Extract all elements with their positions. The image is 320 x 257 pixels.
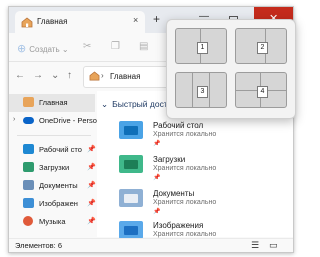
pictures-folder-icon: [23, 198, 34, 208]
sidebar-item-home[interactable]: Главная: [9, 94, 95, 112]
item-name: Документы: [153, 189, 195, 198]
sidebar-item-onedrive[interactable]: › OneDrive - Perso: [9, 112, 97, 130]
paste-icon[interactable]: ▤: [139, 41, 148, 52]
new-tab-button[interactable]: +: [153, 13, 160, 25]
tab-home[interactable]: Главная ×: [15, 11, 145, 33]
sidebar-item-documents[interactable]: Документы 📌: [9, 177, 96, 195]
home-icon: [21, 17, 33, 30]
sidebar-item-pictures[interactable]: Изображен 📌: [9, 195, 96, 213]
status-bar: Элементов: 6 ☰ ▭: [9, 238, 293, 252]
sidebar-item-desktop[interactable]: Рабочий сто 📌: [9, 141, 96, 159]
snap-zone-number: 3: [197, 86, 208, 98]
onedrive-icon: [23, 117, 34, 124]
item-name: Рабочий стол: [153, 121, 204, 130]
documents-folder-icon: [23, 180, 34, 190]
snap-layout-1[interactable]: 1: [175, 28, 227, 64]
up-button[interactable]: ↑: [67, 70, 72, 81]
sidebar-item-downloads[interactable]: Загрузки 📌: [9, 159, 96, 177]
documents-folder-icon: [119, 189, 143, 207]
pin-icon: 📌: [87, 182, 96, 189]
snap-layouts-flyout: 1 2 3 4: [166, 19, 296, 119]
recent-locations-button[interactable]: ⌄: [51, 70, 59, 81]
home-icon: [23, 97, 34, 107]
tiles-view-icon[interactable]: ▭: [269, 240, 278, 251]
list-item[interactable]: Рабочий стол Хранится локально 📌: [97, 119, 293, 149]
chevron-down-icon: ⌄: [101, 99, 109, 109]
item-count: Элементов: 6: [15, 241, 63, 250]
navigation-pane: Главная › OneDrive - Perso Рабочий сто 📌…: [9, 91, 97, 237]
snap-zone-left[interactable]: [176, 73, 193, 107]
sidebar-item-label: Изображен: [39, 199, 78, 208]
pin-icon: 📌: [87, 218, 96, 225]
pin-icon: 📌: [87, 146, 96, 153]
sidebar-item-label: Загрузки: [39, 163, 70, 172]
forward-button[interactable]: →: [33, 70, 43, 81]
create-button[interactable]: ⊕ Создать ⌄: [17, 42, 69, 55]
pictures-folder-icon: [119, 221, 143, 239]
pin-icon: 📌: [153, 141, 161, 147]
chevron-down-icon: ⌄: [61, 45, 69, 54]
downloads-folder-icon: [23, 162, 34, 172]
expand-icon[interactable]: ›: [13, 116, 15, 123]
sidebar-item-label: Главная: [39, 98, 68, 107]
sidebar-item-music[interactable]: Музыка 📌: [9, 213, 96, 231]
back-button[interactable]: ←: [15, 70, 25, 81]
snap-zone-number: 2: [257, 42, 268, 54]
sidebar-item-label: Музыка: [39, 217, 66, 226]
tab-title: Главная: [37, 17, 68, 26]
details-view-icon[interactable]: ☰: [251, 240, 259, 251]
pin-icon: 📌: [153, 175, 161, 181]
plus-icon: ⊕: [17, 43, 27, 55]
snap-zone-number: 4: [257, 86, 268, 98]
pin-icon: 📌: [153, 209, 161, 215]
desktop-folder-icon: [119, 121, 143, 139]
item-status: Хранится локально: [153, 199, 217, 206]
cut-icon[interactable]: ✂: [83, 41, 91, 52]
sidebar-item-label: Документы: [39, 181, 78, 190]
sidebar-item-label: OneDrive - Perso: [39, 116, 97, 125]
item-name: Загрузки: [153, 155, 186, 164]
list-item[interactable]: Документы Хранится локально 📌: [97, 187, 293, 217]
sidebar-item-label: Рабочий сто: [39, 145, 82, 154]
copy-icon[interactable]: ❐: [111, 41, 120, 52]
create-label: Создать: [29, 45, 60, 54]
item-status: Хранится локально: [153, 231, 217, 238]
snap-layout-3[interactable]: 3: [175, 72, 227, 108]
downloads-folder-icon: [119, 155, 143, 173]
snap-layout-4[interactable]: 4: [235, 72, 287, 108]
tab-close-icon[interactable]: ×: [133, 15, 138, 25]
snap-zone-right[interactable]: [209, 73, 226, 107]
home-icon: [89, 71, 100, 83]
list-item[interactable]: Загрузки Хранится локально 📌: [97, 153, 293, 183]
snap-layout-2[interactable]: 2: [235, 28, 287, 64]
breadcrumb: Главная: [110, 72, 141, 81]
desktop-folder-icon: [23, 144, 34, 154]
music-folder-icon: [23, 216, 33, 226]
sidebar-divider: [17, 135, 91, 136]
pin-icon: 📌: [87, 164, 96, 171]
breadcrumb-chevron-icon: ›: [101, 71, 104, 80]
item-name: Изображения: [153, 221, 204, 230]
pin-icon: 📌: [87, 200, 96, 207]
snap-zone-number: 1: [197, 42, 208, 54]
item-status: Хранится локально: [153, 131, 217, 138]
item-status: Хранится локально: [153, 165, 217, 172]
